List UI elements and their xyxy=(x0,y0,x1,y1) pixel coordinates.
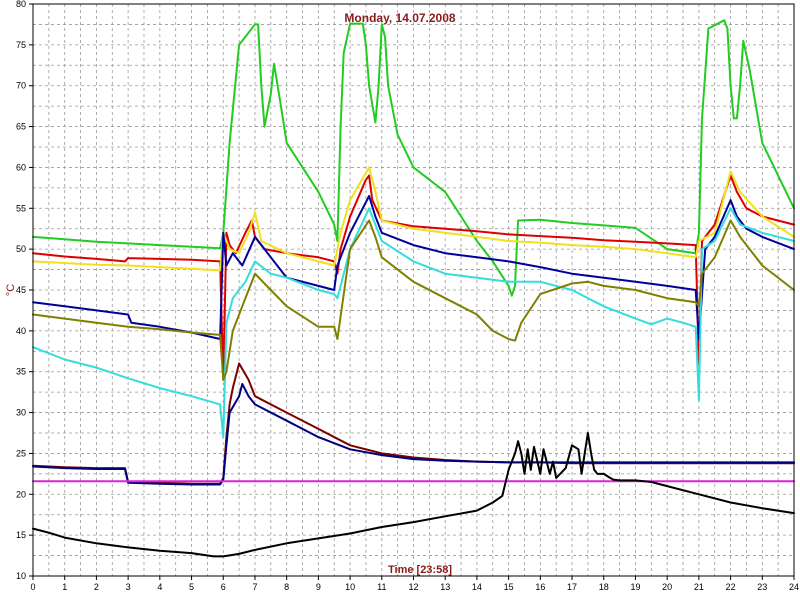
y-tick-label: 55 xyxy=(16,203,26,213)
y-tick-label: 70 xyxy=(16,81,26,91)
y-tick-label: 80 xyxy=(16,0,26,9)
x-axis-label: Time [23:58] xyxy=(388,564,452,576)
x-tick-label: 1 xyxy=(62,582,67,592)
y-tick-label: 10 xyxy=(16,571,26,581)
x-tick-label: 19 xyxy=(630,582,640,592)
y-tick-label: 35 xyxy=(16,367,26,377)
x-tick-label: 22 xyxy=(726,582,736,592)
x-tick-label: 17 xyxy=(567,582,577,592)
x-tick-label: 0 xyxy=(30,582,35,592)
x-tick-label: 6 xyxy=(221,582,226,592)
x-tick-label: 11 xyxy=(377,582,386,592)
y-tick-label: 65 xyxy=(16,122,26,132)
y-tick-label: 40 xyxy=(16,326,26,336)
y-tick-label: 45 xyxy=(16,285,26,295)
x-tick-label: 2 xyxy=(94,582,99,592)
y-tick-label: 25 xyxy=(16,448,26,458)
chart: 0 1 2 3 4 5 6 7 8 9 10 11 12 13 14 15 16 17 18 19 20 21 22 23 24… xyxy=(0,0,800,600)
x-tick-label: 21 xyxy=(694,582,704,592)
x-tick-label: 3 xyxy=(126,582,131,592)
x-tick-label: 24 xyxy=(789,582,799,592)
x-tick-label: 13 xyxy=(440,582,450,592)
x-tick-label: 23 xyxy=(757,582,767,592)
x-tick-label: 15 xyxy=(504,582,514,592)
x-tick-label: 7 xyxy=(252,582,257,592)
x-tick-label: 10 xyxy=(345,582,355,592)
x-tick-label: 16 xyxy=(535,582,545,592)
x-tick-label: 18 xyxy=(599,582,609,592)
x-tick-label: 5 xyxy=(189,582,194,592)
y-axis-label: °C xyxy=(5,284,17,296)
y-tick-label: 20 xyxy=(16,489,26,499)
x-tick-label: 4 xyxy=(157,582,162,592)
y-tick-label: 60 xyxy=(16,162,26,172)
y-tick-label: 75 xyxy=(16,40,26,50)
x-tick-label: 9 xyxy=(316,582,321,592)
y-tick-label: 15 xyxy=(16,530,26,540)
y-tick-label: 50 xyxy=(16,244,26,254)
y-tick-label: 30 xyxy=(16,408,26,418)
x-tick-label: 20 xyxy=(662,582,672,592)
line-chart: 0 1 2 3 4 5 6 7 8 9 10 11 12 13 14 15 16 17 18 19 20 21 22 23 24… xyxy=(0,0,800,600)
x-tick-label: 8 xyxy=(284,582,289,592)
x-tick-label: 14 xyxy=(472,582,482,592)
chart-title: Monday, 14.07.2008 xyxy=(344,11,455,25)
x-tick-label: 12 xyxy=(408,582,418,592)
